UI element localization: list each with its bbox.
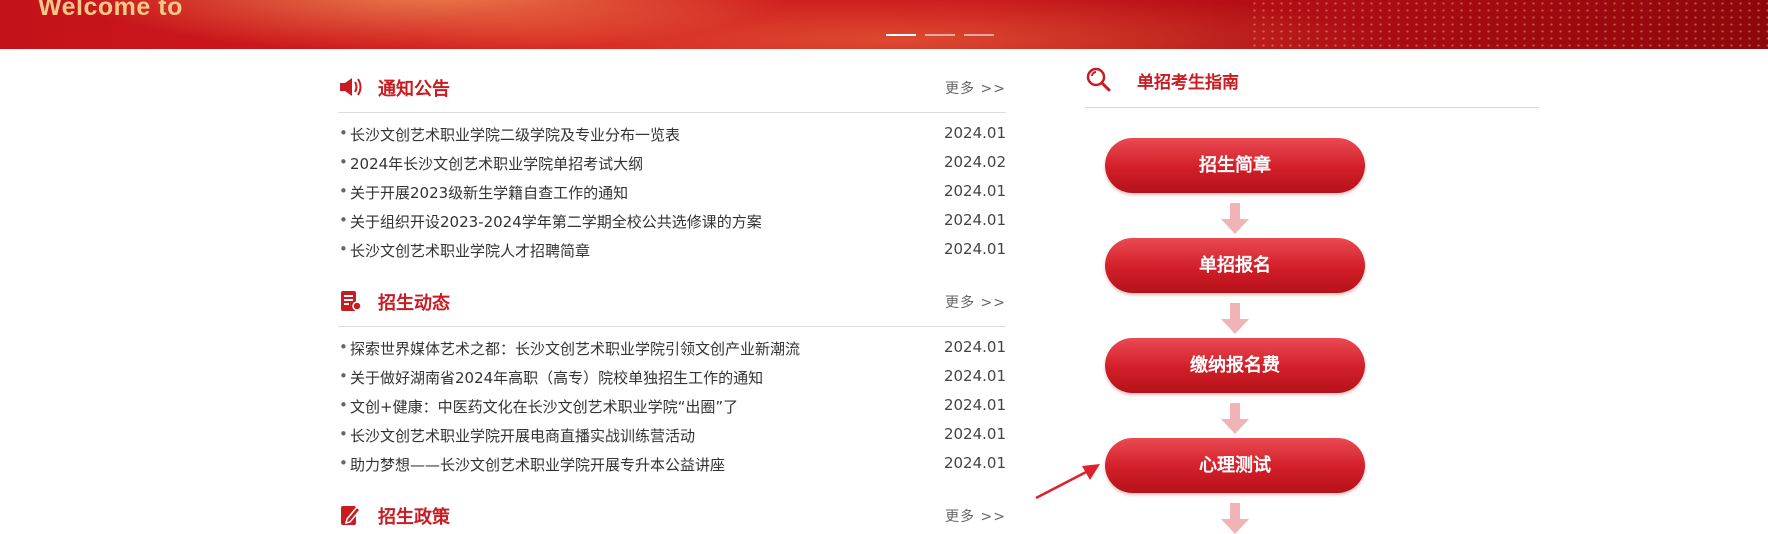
list-item[interactable]: • 助力梦想——长沙文创艺术职业学院开展专升本公益讲座 2024.01 (338, 454, 1006, 483)
notice-more-link[interactable]: 更多 >> (945, 78, 1006, 98)
bullet: • (339, 240, 348, 258)
guide-header: 单招考生指南 (1085, 66, 1539, 108)
news-date: 2024.01 (943, 425, 1006, 443)
news-title[interactable]: 长沙文创艺术职业学院二级学院及专业分布一览表 (350, 124, 680, 145)
list-item[interactable]: • 长沙文创艺术职业学院二级学院及专业分布一览表 2024.01 (338, 124, 1006, 153)
news-title[interactable]: 关于开展2023级新生学籍自查工作的通知 (350, 182, 628, 203)
bullet: • (339, 454, 348, 472)
bullet: • (339, 211, 348, 229)
step-admission-brochure-button[interactable]: 招生简章 (1105, 138, 1365, 193)
news-title[interactable]: 关于做好湖南省2024年高职（高专）院校单独招生工作的通知 (350, 367, 763, 388)
guide-title: 单招考生指南 (1137, 73, 1239, 93)
megaphone-icon (340, 78, 362, 96)
bullet: • (339, 367, 348, 385)
policy-more-link[interactable]: 更多 >> (945, 506, 1006, 526)
bullet: • (339, 396, 348, 414)
admission-news-section: 招生动态 更多 >> • 探索世界媒体艺术之都：长沙文创艺术职业学院引领文创产业… (338, 287, 1006, 474)
arrow-down-icon (1221, 403, 1249, 434)
document-icon (341, 291, 362, 311)
news-title[interactable]: 文创+健康：中医药文化在长沙文创艺术职业学院“出圈”了 (350, 396, 738, 417)
list-item[interactable]: • 关于组织开设2023-2024学年第二学期全校公共选修课的方案 2024.0… (338, 211, 1006, 240)
admission-news-title: 招生动态 (378, 293, 450, 314)
pointer-arrow-icon (1035, 464, 1100, 500)
news-date: 2024.01 (943, 124, 1006, 142)
arrow-down-icon (1221, 503, 1249, 534)
carousel-indicators (886, 34, 994, 36)
news-date: 2024.01 (943, 182, 1006, 200)
notice-section: 通知公告 更多 >> • 长沙文创艺术职业学院二级学院及专业分布一览表 2024… (338, 73, 1006, 260)
news-date: 2024.01 (943, 396, 1006, 414)
policy-section: 招生政策 更多 >> (338, 501, 1006, 529)
list-item[interactable]: • 长沙文创艺术职业学院人才招聘简章 2024.01 (338, 240, 1006, 269)
admission-news-divider (338, 326, 1006, 327)
list-item[interactable]: • 长沙文创艺术职业学院开展电商直播实战训练营活动 2024.01 (338, 425, 1006, 454)
step-pay-fee-button[interactable]: 缴纳报名费 (1105, 338, 1365, 393)
notice-header: 通知公告 更多 >> (338, 73, 1006, 101)
list-item[interactable]: • 文创+健康：中医药文化在长沙文创艺术职业学院“出圈”了 2024.01 (338, 396, 1006, 425)
notice-divider (338, 112, 1006, 113)
bullet: • (339, 153, 348, 171)
list-item[interactable]: • 关于开展2023级新生学籍自查工作的通知 2024.01 (338, 182, 1006, 211)
step-psych-test-button[interactable]: 心理测试 (1105, 438, 1365, 493)
hero-banner: Welcome to (0, 0, 1768, 49)
list-item[interactable]: • 关于做好湖南省2024年高职（高专）院校单独招生工作的通知 2024.01 (338, 367, 1006, 396)
bullet: • (339, 425, 348, 443)
notice-title: 通知公告 (378, 79, 450, 100)
news-date: 2024.01 (943, 211, 1006, 229)
carousel-dot-3[interactable] (964, 34, 994, 36)
news-title[interactable]: 关于组织开设2023-2024学年第二学期全校公共选修课的方案 (350, 211, 762, 232)
step-registration-button[interactable]: 单招报名 (1105, 238, 1365, 293)
policy-title: 招生政策 (378, 507, 450, 528)
admission-news-header: 招生动态 更多 >> (338, 287, 1006, 315)
notice-list: • 长沙文创艺术职业学院二级学院及专业分布一览表 2024.01 • 2024年… (338, 124, 1006, 269)
admission-news-more-link[interactable]: 更多 >> (945, 292, 1006, 312)
arrow-down-icon (1221, 203, 1249, 234)
guide-divider (1085, 107, 1539, 108)
edit-icon (341, 505, 362, 525)
bullet: • (339, 182, 348, 200)
news-date: 2024.01 (943, 338, 1006, 356)
news-date: 2024.01 (943, 367, 1006, 385)
list-item[interactable]: • 2024年长沙文创艺术职业学院单招考试大纲 2024.02 (338, 153, 1006, 182)
news-title[interactable]: 助力梦想——长沙文创艺术职业学院开展专升本公益讲座 (350, 454, 725, 475)
carousel-dot-2[interactable] (925, 34, 955, 36)
bullet: • (339, 124, 348, 142)
news-date: 2024.02 (943, 153, 1006, 171)
news-title[interactable]: 探索世界媒体艺术之都：长沙文创艺术职业学院引领文创产业新潮流 (350, 338, 800, 359)
banner-welcome-text: Welcome to (38, 0, 183, 21)
arrow-down-icon (1221, 303, 1249, 334)
news-title[interactable]: 长沙文创艺术职业学院人才招聘简章 (350, 240, 590, 261)
news-title[interactable]: 长沙文创艺术职业学院开展电商直播实战训练营活动 (350, 425, 695, 446)
list-item[interactable]: • 探索世界媒体艺术之都：长沙文创艺术职业学院引领文创产业新潮流 2024.01 (338, 338, 1006, 367)
news-date: 2024.01 (943, 454, 1006, 472)
carousel-dot-1[interactable] (886, 34, 916, 36)
search-icon (1086, 67, 1111, 92)
news-title[interactable]: 2024年长沙文创艺术职业学院单招考试大纲 (350, 153, 643, 174)
policy-header: 招生政策 更多 >> (338, 501, 1006, 529)
admission-news-list: • 探索世界媒体艺术之都：长沙文创艺术职业学院引领文创产业新潮流 2024.01… (338, 338, 1006, 483)
news-date: 2024.01 (943, 240, 1006, 258)
bullet: • (339, 338, 348, 356)
